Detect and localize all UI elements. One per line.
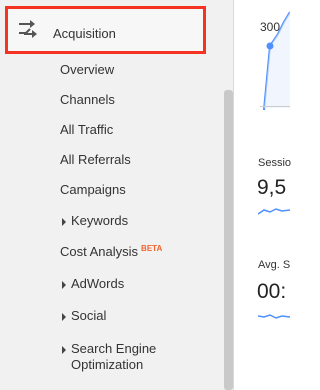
expand-caret-icon[interactable] (62, 346, 66, 354)
acquisition-arrows-icon (19, 20, 37, 38)
metric-avg-session-label: Avg. S (258, 259, 291, 271)
sidebar-scrollbar[interactable] (224, 90, 233, 390)
sidebar-item-all-traffic[interactable]: All Traffic (60, 122, 113, 137)
expand-caret-icon[interactable] (62, 313, 66, 321)
metric-sessions-label: Sessio (258, 157, 292, 169)
sidebar-item-campaigns[interactable]: Campaigns (60, 182, 126, 197)
sidebar-item-all-referrals[interactable]: All Referrals (60, 152, 131, 167)
sessions-line-chart (263, 11, 290, 110)
metric-avg-session-value: 00: (257, 280, 287, 303)
sidebar-item-cost-analysis[interactable]: Cost Analysis BETA (60, 244, 162, 259)
sidebar-item-overview[interactable]: Overview (60, 62, 114, 77)
chart-point (266, 42, 274, 50)
sidebar-item-adwords[interactable]: AdWords (71, 276, 124, 292)
expand-caret-icon[interactable] (62, 281, 66, 289)
cost-analysis-label: Cost Analysis (60, 244, 139, 259)
sidebar-item-acquisition[interactable]: Acquisition (5, 6, 206, 54)
metric-sessions-value: 9,5 (257, 176, 287, 199)
seo-label-line1: Search Engine (71, 341, 157, 356)
sidebar-item-social[interactable]: Social (71, 308, 106, 324)
sidebar-item-keywords[interactable]: Keywords (71, 213, 128, 229)
seo-label-line2: Optimization (71, 357, 144, 372)
sidebar-item-seo[interactable]: Search Engine Optimization (71, 341, 156, 373)
chart-axis-line (260, 106, 290, 107)
avg-session-sparkline (258, 314, 290, 319)
acquisition-label: Acquisition (53, 26, 116, 41)
sessions-sparkline (258, 208, 290, 215)
sidebar-item-channels[interactable]: Channels (60, 92, 115, 107)
beta-badge: BETA (141, 244, 163, 253)
chart-data-label: 300 (260, 20, 281, 34)
expand-caret-icon[interactable] (62, 218, 66, 226)
